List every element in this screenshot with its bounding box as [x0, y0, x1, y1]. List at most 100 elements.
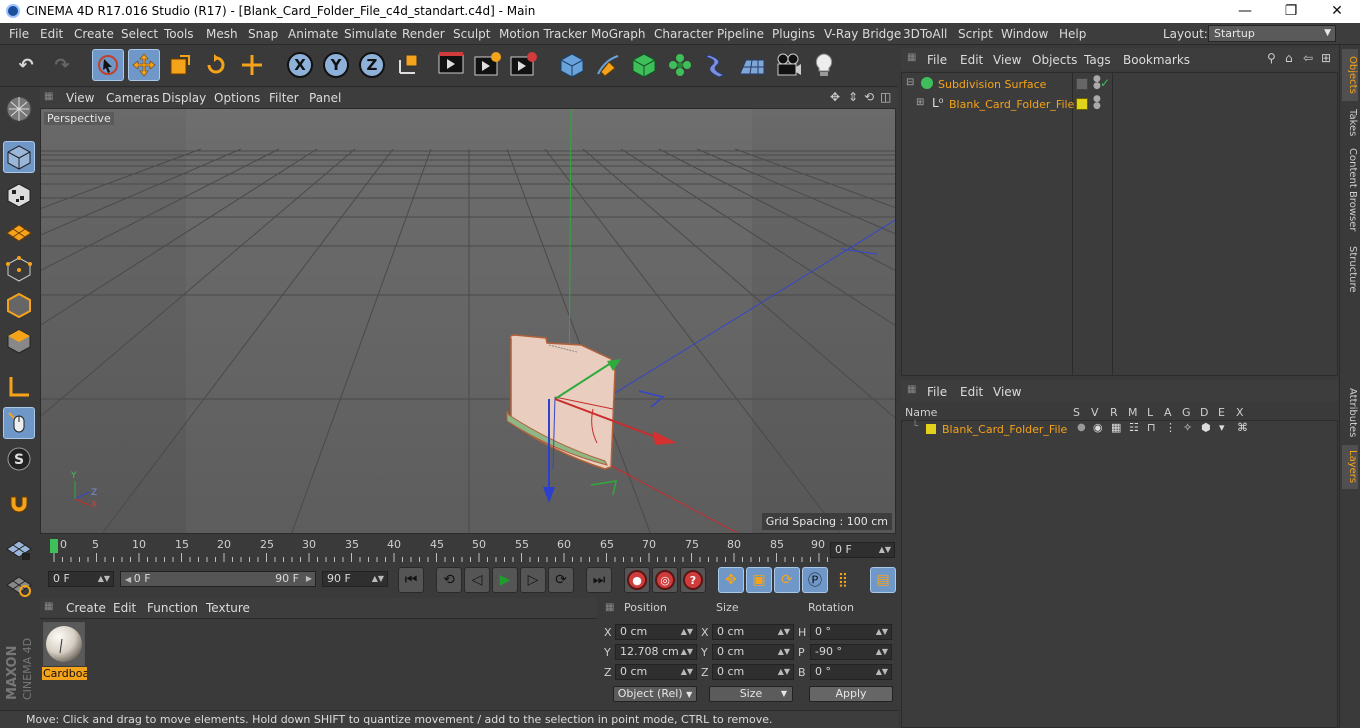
lock-icon[interactable]: ⊓ [1147, 421, 1156, 434]
tab-content-browser[interactable]: Content Browser [1342, 145, 1358, 235]
key-scale-icon[interactable]: ▣ [746, 567, 772, 593]
points-mode-icon[interactable] [3, 253, 35, 285]
material-menu-edit[interactable]: Edit [113, 601, 136, 615]
lock-x-axis-button[interactable]: X [284, 49, 316, 81]
render-view-icon[interactable] [436, 49, 468, 81]
tab-structure[interactable]: Structure [1342, 241, 1358, 297]
column-deformers[interactable]: D [1200, 406, 1208, 419]
polygons-mode-icon[interactable] [3, 325, 35, 357]
undo-icon[interactable]: ↶ [10, 49, 42, 81]
pos-x-field[interactable]: 0 cm ▲▼ [615, 624, 697, 640]
home-icon[interactable]: ⌂ [1285, 51, 1293, 65]
deformer-icon[interactable] [700, 49, 732, 81]
next-frame-icon[interactable]: ▷ [520, 567, 546, 593]
viewport-menu-display[interactable]: Display [162, 91, 206, 105]
menu-pipeline[interactable]: Pipeline [717, 27, 764, 41]
minimize-button[interactable]: — [1222, 0, 1268, 23]
menu-vray-bridge[interactable]: V-Ray Bridge [824, 27, 901, 41]
previous-key-icon[interactable]: ⟲ [436, 567, 462, 593]
column-xref[interactable]: X [1236, 406, 1244, 419]
lock-y-axis-button[interactable]: Y [320, 49, 352, 81]
render-picture-viewer-icon[interactable] [472, 49, 504, 81]
object-name[interactable]: Subdivision Surface [938, 78, 1046, 91]
autokey-icon[interactable]: ◎ [652, 567, 678, 593]
solo-dot-icon[interactable]: ● [1077, 422, 1086, 433]
render-settings-icon[interactable] [508, 49, 540, 81]
expand-icon[interactable]: ⊞ [916, 97, 924, 108]
timeline-window-icon[interactable]: ▤ [870, 567, 896, 593]
menu-script[interactable]: Script [958, 27, 993, 41]
manager-icon[interactable]: ☷ [1129, 421, 1139, 434]
layer-name[interactable]: Blank_Card_Folder_File [942, 423, 1067, 436]
key-rotation-icon[interactable]: ⟳ [774, 567, 800, 593]
viewport-menu-view[interactable]: View [66, 91, 94, 105]
key-position-icon[interactable]: ✥ [718, 567, 744, 593]
viewport-maximize-icon[interactable]: ◫ [880, 90, 891, 104]
workplane-lock-icon[interactable] [3, 533, 35, 565]
viewport-rotate-icon[interactable]: ⟲ [864, 90, 874, 104]
layout-dropdown[interactable]: Startup ▼ [1208, 25, 1336, 42]
menu-render[interactable]: Render [402, 27, 445, 41]
pos-z-field[interactable]: 0 cm ▲▼ [615, 664, 697, 680]
menu-file[interactable]: File [9, 27, 29, 41]
objects-menu-view[interactable]: View [993, 53, 1021, 67]
floor-scene-icon[interactable] [736, 49, 768, 81]
object-row[interactable]: ⊞ L⁰ Blank_Card_Folder_File ● ● [902, 95, 1337, 115]
expression-icon[interactable]: ▾ [1219, 421, 1225, 434]
subdivision-surface-icon[interactable] [628, 49, 660, 81]
frame-range-slider[interactable]: ◀ 0 F 90 F ▶ [120, 571, 316, 587]
scale-tool-icon[interactable] [164, 49, 196, 81]
pos-y-field[interactable]: 12.708 cm ▲▼ [615, 644, 697, 660]
key-parameter-icon[interactable]: Ⓟ [802, 567, 828, 593]
viewport-move-icon[interactable]: ✥ [830, 90, 840, 104]
coordinate-mode-dropdown[interactable]: Object (Rel) ▼ [613, 686, 697, 702]
tab-objects[interactable]: Objects [1342, 49, 1358, 101]
visibility-dots-icon[interactable]: ● ● [1093, 95, 1101, 111]
current-frame-field[interactable]: 0 F ▲▼ [830, 542, 895, 558]
apply-button[interactable]: Apply [809, 686, 893, 702]
viewport-menu-cameras[interactable]: Cameras [106, 91, 159, 105]
object-row[interactable]: ⊟ Subdivision Surface ● ● ✓ [902, 75, 1337, 95]
material-thumbnail[interactable] [43, 622, 85, 666]
close-button[interactable]: ✕ [1314, 0, 1360, 23]
menu-mesh[interactable]: Mesh [206, 27, 238, 41]
solo-mode-icon[interactable]: S [3, 443, 35, 475]
go-to-start-icon[interactable]: ⏮ [398, 567, 424, 593]
search-icon[interactable]: ⚲ [1267, 51, 1276, 65]
pen-spline-icon[interactable] [592, 49, 624, 81]
transform-tool-icon[interactable] [236, 49, 268, 81]
column-animation[interactable]: A [1164, 406, 1172, 419]
menu-snap[interactable]: Snap [248, 27, 278, 41]
menu-tools[interactable]: Tools [164, 27, 194, 41]
eye-icon[interactable]: ◉ [1093, 421, 1103, 434]
viewport-zoom-icon[interactable]: ⇕ [848, 90, 858, 104]
menu-motion-tracker[interactable]: Motion Tracker [499, 27, 587, 41]
column-manager[interactable]: M [1128, 406, 1138, 419]
planar-workplane-icon[interactable] [3, 569, 35, 601]
render-clapper-icon[interactable]: ▦ [1111, 421, 1121, 434]
column-render[interactable]: R [1110, 406, 1118, 419]
generator-icon[interactable]: ✧ [1183, 421, 1192, 434]
material-menu-texture[interactable]: Texture [206, 601, 250, 615]
animation-icon[interactable]: ⋮ [1165, 421, 1176, 434]
menu-edit[interactable]: Edit [40, 27, 63, 41]
objects-menu-tags[interactable]: Tags [1084, 53, 1111, 67]
light-icon[interactable] [808, 49, 840, 81]
edges-mode-icon[interactable] [3, 289, 35, 321]
tab-takes[interactable]: Takes [1342, 105, 1358, 141]
deformer-icon[interactable]: ⬢ [1201, 421, 1211, 434]
layers-menu-edit[interactable]: Edit [960, 385, 983, 399]
layer-row[interactable]: └ Blank_Card_Folder_File ● ◉ ▦ ☷ ⊓ ⋮ ✧ ⬢… [902, 421, 1337, 437]
layers-menu-view[interactable]: View [993, 385, 1021, 399]
layer-color-swatch[interactable] [926, 424, 936, 434]
cube-primitive-icon[interactable] [556, 49, 588, 81]
objects-menu-file[interactable]: File [927, 53, 947, 67]
size-y-field[interactable]: 0 cm ▲▼ [712, 644, 794, 660]
menu-help[interactable]: Help [1059, 27, 1086, 41]
tab-layers[interactable]: Layers [1342, 445, 1358, 489]
tweak-mode-icon[interactable] [3, 407, 35, 439]
back-icon[interactable]: ⇦ [1303, 51, 1313, 65]
menu-sculpt[interactable]: Sculpt [453, 27, 490, 41]
camera-icon[interactable] [772, 49, 804, 81]
menu-create[interactable]: Create [74, 27, 114, 41]
